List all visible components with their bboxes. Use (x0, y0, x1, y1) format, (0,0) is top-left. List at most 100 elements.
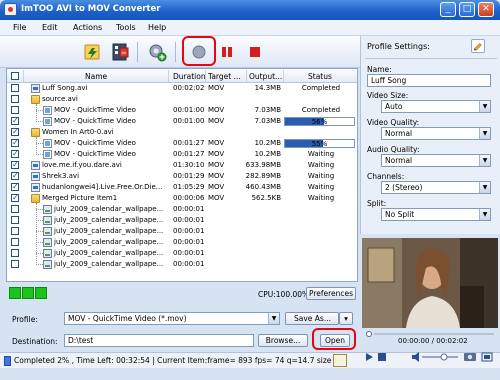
column-duration[interactable]: Duration (173, 72, 206, 81)
split-label: Split: (367, 199, 387, 208)
add-file-icon[interactable] (82, 41, 104, 63)
table-row[interactable]: Luff Song.avi 00:02:02 MOV 14.3MB Completed (7, 83, 357, 94)
menu-actions[interactable]: Actions (73, 23, 102, 32)
play-icon[interactable] (366, 353, 373, 361)
add-profile-icon[interactable] (146, 41, 168, 63)
table-row[interactable]: july_2009_calendar_wallpape... 00:00:01 (7, 226, 357, 237)
row-checkbox[interactable]: ✓ (11, 183, 19, 191)
table-row[interactable]: ✓ Merged Picture Item1 00:00:06 MOV 562.5KB W… (7, 193, 357, 204)
menu-file[interactable]: File (13, 23, 26, 32)
image-file-icon (43, 205, 52, 214)
save-as-button[interactable]: Save As... (285, 312, 339, 325)
chevron-down-icon[interactable]: ▼ (479, 101, 490, 112)
volume-icon[interactable] (412, 352, 419, 362)
menu-tools[interactable]: Tools (116, 23, 136, 32)
chevron-down-icon[interactable]: ▼ (479, 182, 490, 193)
row-checkbox[interactable] (11, 95, 19, 103)
row-checkbox[interactable] (11, 249, 19, 257)
table-row[interactable]: ✓ hudanlongwei4].Live.Free.Or.Die... 01:05… (7, 182, 357, 193)
video-preview[interactable] (362, 238, 498, 328)
save-as-dropdown[interactable]: ▾ (339, 312, 353, 325)
channels-select[interactable]: 2 (Stereo) ▼ (381, 181, 491, 194)
close-button[interactable]: ✕ (478, 2, 494, 17)
channels-label: Channels: (367, 172, 405, 181)
folder-icon (31, 95, 40, 104)
row-checkbox[interactable] (11, 260, 19, 268)
row-checkbox[interactable]: ✓ (11, 117, 19, 125)
chevron-down-icon[interactable]: ▼ (479, 209, 490, 220)
table-row[interactable]: ✓ Shrek3.avi 00:01:29 MOV 282.89MB Waiting (7, 171, 357, 182)
pause-icon[interactable] (216, 41, 238, 63)
image-file-icon (43, 227, 52, 236)
profile-select[interactable]: MOV - QuickTime Video (*.mov) ▼ (64, 312, 280, 325)
column-name[interactable]: Name (85, 72, 107, 81)
file-target: MOV (208, 150, 225, 158)
file-target: MOV (208, 194, 225, 202)
column-target[interactable]: Target ... (208, 72, 241, 81)
row-checkbox[interactable] (11, 227, 19, 235)
window-title: ImTOO AVI to MOV Converter (21, 4, 161, 14)
audio-quality-select[interactable]: Normal ▼ (381, 154, 491, 167)
edit-profile-icon[interactable] (471, 39, 485, 53)
menu-bar: File Edit Actions Tools Help (0, 20, 500, 36)
chevron-down-icon[interactable]: ▼ (479, 155, 490, 166)
chevron-down-icon[interactable]: ▼ (268, 313, 279, 324)
file-target: MOV (208, 117, 225, 125)
preferences-button[interactable]: Preferences (306, 287, 356, 300)
chevron-down-icon[interactable]: ▼ (479, 128, 490, 139)
table-row[interactable]: ✓ MOV - QuickTime Video 00:01:00 MOV 7.03MB 5… (7, 116, 357, 127)
split-select[interactable]: No Split ▼ (381, 208, 491, 221)
table-row[interactable]: july_2009_calendar_wallpape... 00:00:01 (7, 204, 357, 215)
row-checkbox[interactable] (11, 205, 19, 213)
stop-playback-icon[interactable] (378, 353, 386, 361)
log-icon[interactable] (333, 354, 347, 367)
table-row[interactable]: ✓ Women In Art0-0.avi (7, 127, 357, 138)
minimize-button[interactable]: _ (440, 2, 456, 17)
row-checkbox[interactable]: ✓ (11, 194, 19, 202)
table-row[interactable]: july_2009_calendar_wallpape... 00:00:01 (7, 237, 357, 248)
snapshot-icon[interactable] (464, 353, 476, 361)
select-all-checkbox[interactable] (11, 72, 19, 80)
channels-value: 2 (Stereo) (385, 183, 423, 192)
row-checkbox[interactable] (11, 216, 19, 224)
file-duration: 00:00:01 (173, 238, 205, 246)
file-duration: 00:00:01 (173, 205, 205, 213)
maximize-button[interactable]: □ (459, 2, 475, 17)
table-row[interactable]: ✓ MOV - QuickTime Video 00:01:27 MOV 10.2MB 5… (7, 138, 357, 149)
table-row[interactable]: july_2009_calendar_wallpape... 00:00:01 (7, 248, 357, 259)
row-checkbox[interactable]: ✓ (11, 139, 19, 147)
row-checkbox[interactable]: ✓ (11, 128, 19, 136)
cpu-row: CPU:100.00% Preferences (6, 287, 358, 301)
destination-field[interactable]: D:\test (64, 334, 254, 347)
table-row[interactable]: july_2009_calendar_wallpape... 00:00:01 (7, 215, 357, 226)
table-row[interactable]: ✓ MOV - QuickTime Video 00:01:27 MOV 10.2MB W… (7, 149, 357, 160)
video-size-select[interactable]: Auto ▼ (381, 100, 491, 113)
seek-handle[interactable] (366, 331, 372, 337)
video-output-icon (43, 150, 52, 159)
fullscreen-icon[interactable] (481, 352, 493, 362)
column-status[interactable]: Status (308, 72, 332, 81)
browse-button[interactable]: Browse... (258, 334, 308, 347)
table-row[interactable]: source.avi (7, 94, 357, 105)
name-field[interactable]: Luff Song (367, 74, 491, 87)
row-checkbox[interactable]: ✓ (11, 172, 19, 180)
table-row[interactable]: MOV - QuickTime Video 00:01:00 MOV 7.03MB Co… (7, 105, 357, 116)
menu-help[interactable]: Help (148, 23, 166, 32)
table-row[interactable]: ✓ love.me.if.you.dare.avi 01:30:10 MOV 633.9… (7, 160, 357, 171)
menu-edit[interactable]: Edit (42, 23, 58, 32)
file-output-size: 562.5KB (251, 194, 281, 202)
column-output[interactable]: Output... (249, 72, 282, 81)
volume-slider[interactable] (422, 353, 458, 361)
cpu-meter-segment (35, 287, 47, 299)
file-status: Completed (301, 84, 341, 92)
video-clip-icon[interactable]: ✂ (109, 41, 131, 63)
row-checkbox[interactable] (11, 84, 19, 92)
stop-icon[interactable] (244, 41, 266, 63)
row-checkbox[interactable]: ✓ (11, 161, 19, 169)
row-checkbox[interactable]: ✓ (11, 150, 19, 158)
row-checkbox[interactable] (11, 238, 19, 246)
video-quality-select[interactable]: Normal ▼ (381, 127, 491, 140)
table-row[interactable]: july_2009_calendar_wallpape... 00:00:01 (7, 259, 357, 270)
file-name: MOV - QuickTime Video (54, 117, 136, 125)
row-checkbox[interactable] (11, 106, 19, 114)
